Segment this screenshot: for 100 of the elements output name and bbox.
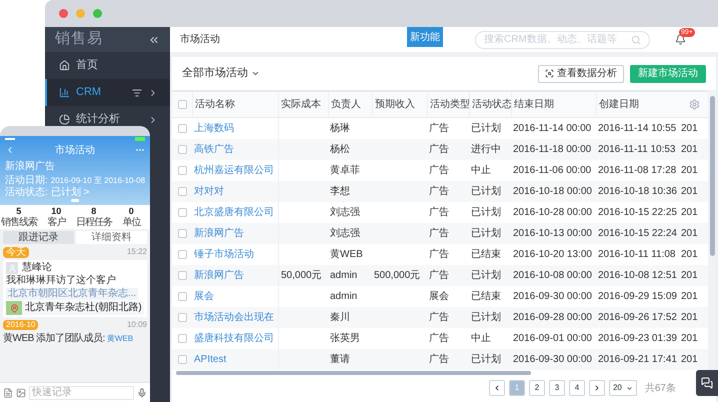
location-chip[interactable]: 北京市朝阳区北京青年杂志... xyxy=(6,288,138,300)
chat-icon xyxy=(701,377,713,389)
scrollbar[interactable] xyxy=(176,371,531,375)
user-link[interactable]: 黄WEB xyxy=(106,333,134,345)
stat-label: 日程任务 xyxy=(76,217,112,228)
table-cell-text: 2016-11-06 00:00 xyxy=(513,164,592,178)
activity-link[interactable]: APItest xyxy=(194,352,226,367)
sidebar-item[interactable]: CRM xyxy=(45,79,170,106)
table-cell-text: 2016-09-23 01:39 xyxy=(598,332,677,346)
search-icon[interactable] xyxy=(631,34,641,44)
activity-link[interactable]: 杭州嘉运有限公司 xyxy=(194,163,274,178)
checkbox[interactable] xyxy=(178,355,186,364)
checkbox[interactable] xyxy=(178,208,186,217)
checkbox[interactable] xyxy=(178,145,186,154)
table-cell-text: 已计划 xyxy=(471,226,501,241)
sidebar-item[interactable]: 首页 xyxy=(45,52,170,79)
minimize-button[interactable] xyxy=(76,9,85,18)
checkbox[interactable] xyxy=(178,100,186,109)
tab[interactable]: 详细资料 xyxy=(76,231,147,244)
table-cell-text: 201 xyxy=(681,143,698,157)
table-cell-text: 2016-10-28 00:00 xyxy=(513,206,592,220)
tab[interactable]: 跟进记录 xyxy=(3,231,74,244)
maximize-button[interactable] xyxy=(93,9,102,18)
activity-link[interactable]: 盛唐科技有限公司 xyxy=(194,331,274,346)
table-cell-text: 已计划 xyxy=(471,184,501,199)
table-cell-text: 广告 xyxy=(429,226,449,241)
activity-link[interactable]: 对对对 xyxy=(194,184,224,199)
search-field[interactable]: 搜索CRM数据、动态、话题等 xyxy=(475,30,650,48)
table-cell-text: 2016-11-08 17:28 xyxy=(598,164,676,178)
table-cell-text: 已计划 xyxy=(471,310,501,325)
activity-link[interactable]: 市场活动会出现在 xyxy=(194,310,274,325)
page-button[interactable]: 2 xyxy=(528,380,545,396)
checkbox[interactable] xyxy=(178,187,186,196)
table-cell-text: 2016-09-29 15:09 xyxy=(598,290,677,304)
new-feature-ribbon[interactable]: 新功能 xyxy=(407,27,443,47)
menu-icon xyxy=(59,60,70,71)
table-cell-text: 2016-09-21 17:41 xyxy=(598,353,677,367)
time-label: 10:09 xyxy=(126,319,147,331)
notification-icon[interactable] xyxy=(675,34,686,45)
stat-value: 10 xyxy=(51,206,62,216)
view-dropdown[interactable]: 全部市场活动 xyxy=(182,65,260,82)
scrollbar[interactable] xyxy=(710,96,714,256)
table-cell-text: 刘志强 xyxy=(330,206,360,220)
page-size-select[interactable]: 20 xyxy=(608,380,637,396)
page-dots-icon xyxy=(71,199,79,202)
page-button[interactable]: 3 xyxy=(548,380,565,396)
table-cell-text: 201 xyxy=(681,185,698,199)
note-icon[interactable] xyxy=(3,388,13,398)
checkbox[interactable] xyxy=(178,334,186,343)
page-button[interactable]: 4 xyxy=(568,380,585,396)
table-cell-text: admin xyxy=(330,290,358,304)
table-cell-text: 广告 xyxy=(429,164,449,178)
table-cell-text: 201 xyxy=(681,332,698,346)
checkbox[interactable] xyxy=(178,124,186,133)
chat-button[interactable] xyxy=(696,370,718,396)
previous-button[interactable] xyxy=(488,380,505,396)
activity-link[interactable]: 锤子市场活动 xyxy=(194,247,254,262)
column-header: 创建日期 xyxy=(599,98,639,112)
table-cell-text: 广告 xyxy=(429,268,449,283)
create-button[interactable]: 新建市场活动 xyxy=(630,64,706,82)
activity-link[interactable]: 高铁广告 xyxy=(194,142,234,157)
activity-link[interactable]: 上海数码 xyxy=(194,121,234,136)
activity-link[interactable]: 新浪网广告 xyxy=(194,226,244,241)
table-cell-text: 2016-10-08 00:00 xyxy=(513,269,592,283)
table-cell-text: 李想 xyxy=(330,184,350,199)
analysis-button[interactable]: 查看数据分析 xyxy=(538,64,624,82)
table-cell-text: 展会 xyxy=(429,290,449,304)
column-header: 实际成本 xyxy=(281,98,321,112)
next-button[interactable] xyxy=(588,380,605,396)
checkbox[interactable] xyxy=(178,292,186,301)
checkbox[interactable] xyxy=(178,271,186,280)
table-cell-text: 201 xyxy=(681,227,698,241)
checkbox[interactable] xyxy=(178,250,186,259)
event-text: 黄WEB 添加了团队成员: xyxy=(3,333,105,345)
table-cell-text: 500,000元 xyxy=(374,269,420,283)
table-cell-text: 2016-09-30 00:00 xyxy=(513,353,592,367)
table-cell-text: 广告 xyxy=(429,352,449,367)
activity-link[interactable]: 新浪网广告 xyxy=(194,268,244,283)
checkbox[interactable] xyxy=(178,166,186,175)
checkbox[interactable] xyxy=(178,229,186,238)
activity-link[interactable]: 北京盛唐有限公司 xyxy=(194,205,274,220)
input-field[interactable]: 快速记录 xyxy=(29,386,134,400)
table-cell-text: 2016-10-15 22:24 xyxy=(598,227,677,241)
table-cell-text: admin xyxy=(330,269,358,283)
feed-text: 我和琳琳拜访了这个客户 xyxy=(6,275,117,287)
activity-link[interactable]: 展会 xyxy=(194,289,214,304)
date-value: 2016-09-10 至 2016-10-08 xyxy=(50,175,146,186)
column-header: 负责人 xyxy=(331,98,361,112)
close-button[interactable] xyxy=(59,9,68,18)
table-cell-text: 2016-10-20 13:00 xyxy=(513,248,592,262)
table-cell-text: 已计划 xyxy=(471,206,501,220)
table-cell-text: 2016-10-18 10:36 xyxy=(598,185,677,199)
date-tag: 2016-10 xyxy=(3,320,38,330)
image-icon[interactable] xyxy=(16,388,26,398)
list-icon xyxy=(132,88,142,98)
settings-icon[interactable] xyxy=(689,99,700,110)
page-button[interactable]: 1 xyxy=(508,380,525,396)
microphone-icon[interactable] xyxy=(137,388,147,398)
checkbox[interactable] xyxy=(178,313,186,322)
date-label: 活动日期: xyxy=(5,175,48,186)
